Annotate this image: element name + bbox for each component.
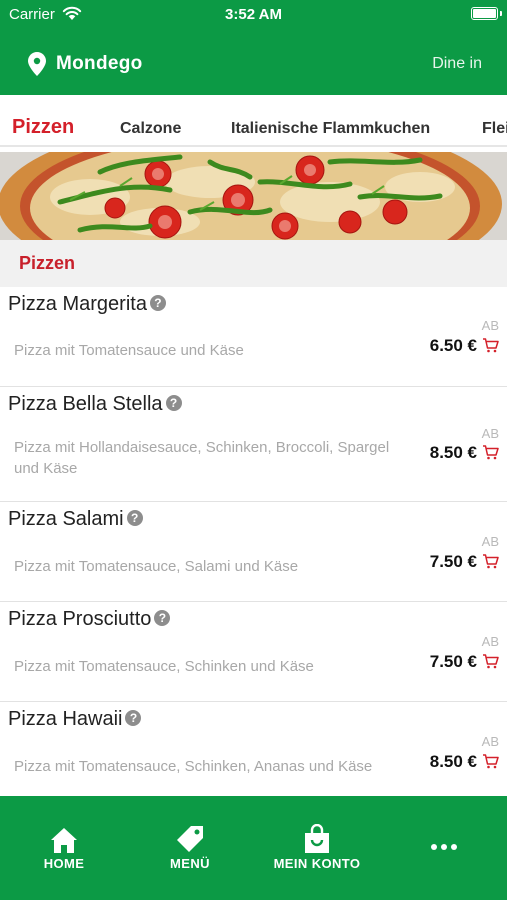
- product-price: 6.50 €: [429, 336, 477, 355]
- more-icon: [431, 844, 457, 850]
- product-description: Pizza mit Tomatensauce, Schinken, Ananas…: [14, 758, 373, 775]
- restaurant-location[interactable]: Mondego: [56, 53, 143, 75]
- section-title: Pizzen: [19, 253, 76, 273]
- product-name: Pizza Margerita: [8, 293, 147, 315]
- status-time: 3:52 AM: [225, 6, 282, 23]
- info-icon[interactable]: ?: [125, 710, 142, 726]
- category-hero-image: [0, 152, 507, 240]
- nav-more[interactable]: [404, 796, 484, 900]
- cart-icon[interactable]: [482, 554, 499, 569]
- info-icon[interactable]: ?: [165, 395, 182, 411]
- nav-menu[interactable]: MENÜ: [150, 796, 230, 900]
- scroll-overlap-edge: [0, 95, 507, 99]
- product-item-margerita[interactable]: Pizza Margerita? Pizza mit Tomatensauce …: [0, 287, 507, 387]
- location-pin-icon[interactable]: [28, 52, 46, 76]
- service-mode-button[interactable]: Dine in: [432, 55, 482, 73]
- nav-account[interactable]: MEIN KONTO: [262, 796, 372, 900]
- product-name-row: Pizza Hawaii?: [8, 708, 142, 731]
- info-icon[interactable]: ?: [126, 510, 143, 526]
- product-name-row: Pizza Prosciutto?: [8, 608, 171, 631]
- battery-cap: [500, 11, 502, 16]
- top-bar: Carrier 3:52 AM Mondego Dine in: [0, 0, 507, 95]
- tab-flei[interactable]: Flei: [482, 120, 507, 138]
- info-icon[interactable]: ?: [154, 610, 171, 626]
- product-description: Pizza mit Tomatensauce, Schinken und Käs…: [14, 658, 314, 675]
- nav-label: MENÜ: [170, 856, 210, 871]
- product-price: 8.50 €: [429, 443, 477, 462]
- cart-icon[interactable]: [482, 654, 499, 669]
- home-icon: [51, 828, 77, 853]
- tab-calzone[interactable]: Calzone: [120, 120, 181, 138]
- category-tabs: Pizzen Calzone Italienische Flammkuchen …: [0, 95, 507, 147]
- bottom-navigation: HOME MENÜ MEIN KONTO: [0, 796, 507, 900]
- tab-pizzen[interactable]: Pizzen: [12, 116, 74, 139]
- product-name: Pizza Bella Stella: [8, 393, 163, 415]
- pizza-illustration: [0, 152, 507, 240]
- nav-label: MEIN KONTO: [273, 856, 361, 871]
- nav-home[interactable]: HOME: [24, 796, 104, 900]
- product-name-row: Pizza Margerita?: [8, 293, 166, 316]
- product-price: 7.50 €: [429, 552, 477, 571]
- product-name: Pizza Hawaii: [8, 708, 123, 730]
- product-item-hawaii[interactable]: Pizza Hawaii? Pizza mit Tomatensauce, Sc…: [0, 702, 507, 798]
- tag-icon: [177, 826, 203, 852]
- tab-italienische-flammkuchen[interactable]: Italienische Flammkuchen: [231, 120, 430, 138]
- battery-icon: [471, 7, 498, 20]
- product-name-row: Pizza Bella Stella?: [8, 393, 182, 416]
- cart-icon[interactable]: [482, 338, 499, 353]
- price-from-label: AB: [481, 318, 499, 333]
- product-item-salami[interactable]: Pizza Salami? Pizza mit Tomatensauce, Sa…: [0, 502, 507, 602]
- product-price: 8.50 €: [429, 752, 477, 771]
- shopping-bag-icon: [305, 824, 329, 853]
- product-item-prosciutto[interactable]: Pizza Prosciutto? Pizza mit Tomatensauce…: [0, 602, 507, 702]
- product-description: Pizza mit Hollandaisesauce, Schinken, Br…: [14, 439, 390, 477]
- product-description: Pizza mit Tomatensauce, Salami und Käse: [14, 558, 299, 575]
- section-header: Pizzen: [0, 240, 507, 287]
- price-from-label: AB: [481, 634, 499, 649]
- nav-label: HOME: [43, 856, 85, 871]
- price-from-label: AB: [481, 734, 499, 749]
- price-from-label: AB: [481, 534, 499, 549]
- product-name: Pizza Prosciutto: [8, 608, 152, 630]
- status-bar: Carrier 3:52 AM: [0, 0, 507, 30]
- price-from-label: AB: [481, 426, 499, 441]
- cart-icon[interactable]: [482, 754, 499, 769]
- product-description: Pizza mit Tomatensauce und Käse: [14, 342, 244, 359]
- product-item-bella-stella[interactable]: Pizza Bella Stella? Pizza mit Hollandais…: [0, 387, 507, 502]
- product-name: Pizza Salami: [8, 508, 124, 530]
- product-name-row: Pizza Salami?: [8, 508, 143, 531]
- info-icon[interactable]: ?: [149, 295, 166, 311]
- product-list: Pizza Margerita? Pizza mit Tomatensauce …: [0, 287, 507, 798]
- product-price: 7.50 €: [429, 652, 477, 671]
- cart-icon[interactable]: [482, 445, 499, 460]
